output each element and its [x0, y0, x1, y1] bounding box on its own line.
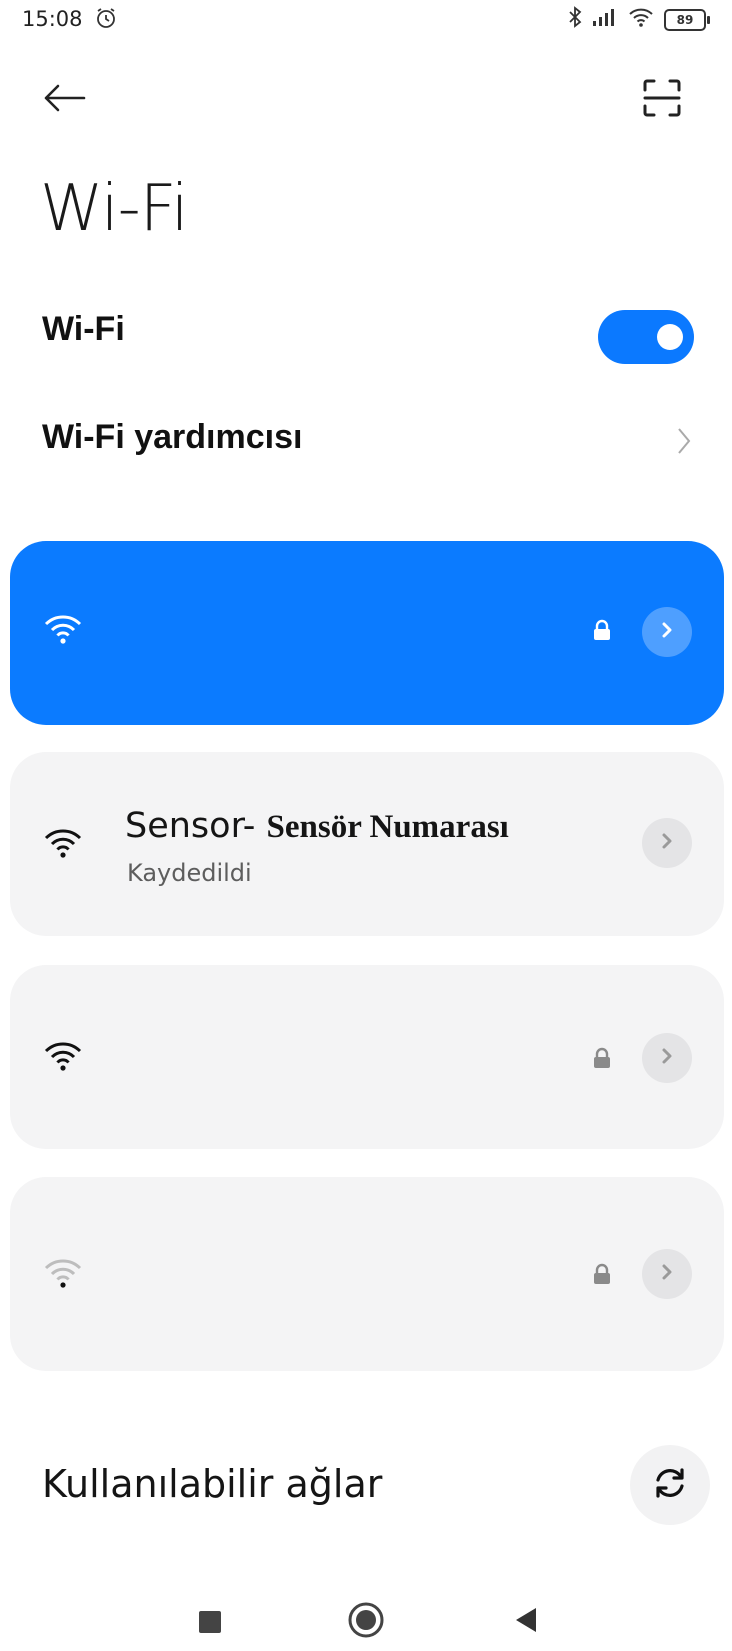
chevron-right-icon: [660, 620, 674, 645]
wifi-toggle-label: Wi-Fi: [42, 310, 125, 348]
refresh-icon: [650, 1463, 690, 1508]
wifi-assistant-row[interactable]: Wi-Fi yardımcısı: [0, 400, 732, 490]
status-bar: 15:08 89: [0, 0, 732, 40]
chevron-right-icon: [660, 831, 674, 856]
recents-button[interactable]: [190, 1602, 230, 1642]
lock-icon: [592, 1263, 612, 1290]
bluetooth-icon: [568, 6, 582, 33]
page-title: Wi-Fi: [40, 172, 189, 246]
network-card[interactable]: [10, 965, 724, 1149]
network-name: Sensor- Sensör Numarası: [125, 806, 509, 846]
recents-icon: [199, 1611, 221, 1633]
battery-level: 89: [664, 8, 706, 31]
network-card-connected[interactable]: [10, 541, 724, 725]
chevron-right-icon: [660, 1046, 674, 1071]
network-status: Kaydedildi: [127, 859, 252, 887]
wifi-assistant-label: Wi-Fi yardımcısı: [42, 418, 303, 456]
cell-signal-icon: [592, 7, 618, 32]
scan-qr-icon: [642, 78, 682, 123]
lock-icon: [592, 619, 612, 646]
toggle-knob: [657, 324, 683, 350]
network-details-button[interactable]: [642, 1249, 692, 1299]
status-time: 15:08: [22, 7, 83, 31]
back-icon: [514, 1607, 538, 1638]
network-name-bold: Sensör Numarası: [266, 809, 509, 845]
network-details-button[interactable]: [642, 607, 692, 657]
network-card-sensor[interactable]: Sensor- Sensör Numarası Kaydedildi: [10, 752, 724, 936]
lock-icon: [592, 1047, 612, 1074]
network-details-button[interactable]: [642, 818, 692, 868]
network-details-button[interactable]: [642, 1033, 692, 1083]
wifi-icon: [628, 6, 654, 33]
battery-icon: 89: [664, 8, 710, 31]
network-card[interactable]: [10, 1177, 724, 1371]
home-button[interactable]: [346, 1602, 386, 1642]
home-icon: [347, 1601, 385, 1644]
chevron-right-icon: [676, 426, 692, 461]
refresh-button[interactable]: [630, 1445, 710, 1525]
alarm-icon: [94, 6, 118, 35]
back-arrow-icon: [42, 83, 86, 118]
back-button[interactable]: [36, 76, 92, 124]
wifi-signal-icon: [43, 828, 83, 865]
chevron-right-icon: [660, 1262, 674, 1287]
back-nav-button[interactable]: [506, 1602, 546, 1642]
scan-qr-button[interactable]: [634, 74, 690, 126]
status-icons: 89: [568, 6, 710, 33]
wifi-weak-signal-icon: [43, 1258, 83, 1295]
wifi-signal-icon: [43, 614, 83, 651]
wifi-signal-icon: [43, 1041, 83, 1078]
network-name-prefix: Sensor-: [125, 806, 267, 846]
available-networks-label: Kullanılabilir ağlar: [42, 1462, 383, 1506]
wifi-toggle[interactable]: [598, 310, 694, 364]
